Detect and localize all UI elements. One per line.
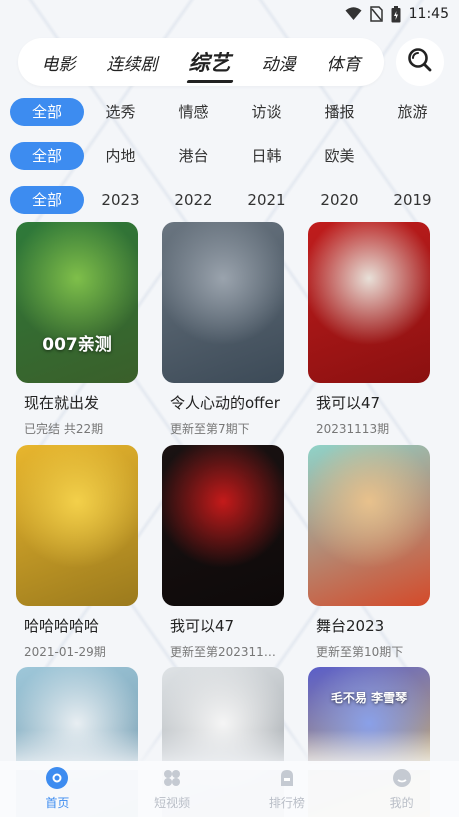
poster-overlay-text: 毛不易 李雪琴 [330,691,408,705]
filter-region-hktw[interactable]: 港台 [157,142,230,170]
show-card[interactable]: 舞台2023 更新至第10期下 [308,445,430,660]
filter-type-travel[interactable]: 旅游 [376,98,449,126]
bottom-nav-label: 我的 [389,796,414,810]
show-card[interactable]: 我可以47 20231113期 [308,222,430,437]
show-card[interactable]: 哈哈哈哈哈 2021-01-29期 [16,445,138,660]
bottom-nav-short-video[interactable]: 短视频 [122,767,222,811]
show-episode-info: 更新至第20231113期 [170,645,280,659]
filter-row-region: 全部 内地 港台 日韩 欧美 [10,142,453,170]
status-time: 11:45 [408,6,449,22]
tab-anime[interactable]: 动漫 [262,50,296,75]
show-title: 我可以47 [170,617,235,635]
profile-icon [391,767,413,789]
ranking-icon [276,767,298,789]
search-button[interactable] [396,38,444,86]
tab-variety[interactable]: 综艺 [189,47,231,77]
tab-series[interactable]: 连续剧 [107,50,158,75]
show-episode-info: 已完结 共22期 [24,422,104,436]
category-tab-bar: 电影 连续剧 综艺 动漫 体育 [18,38,384,86]
filter-year-2021[interactable]: 2021 [230,186,303,214]
show-title: 哈哈哈哈哈 [24,617,100,635]
show-poster[interactable] [16,445,138,606]
filter-year-2022[interactable]: 2022 [157,186,230,214]
show-episode-info: 更新至第7期下 [170,422,250,436]
battery-icon [391,5,401,23]
filter-year-all[interactable]: 全部 [10,186,84,214]
bottom-nav-bar: 首页 短视频 排行榜 我的 [0,761,459,817]
filter-region-jpkr[interactable]: 日韩 [230,142,303,170]
filter-type-romance[interactable]: 情感 [157,98,230,126]
filter-type-broadcast[interactable]: 播报 [303,98,376,126]
show-poster[interactable] [308,222,430,383]
filter-type-talk[interactable]: 访谈 [230,98,303,126]
show-title: 现在就出发 [24,394,100,412]
show-poster[interactable]: 007亲测 [16,222,138,383]
show-title: 舞台2023 [316,617,385,635]
show-title: 令人心动的offer [170,394,280,412]
show-card[interactable]: 令人心动的offer 更新至第7期下 [162,222,284,437]
bottom-nav-profile[interactable]: 我的 [352,767,452,811]
show-episode-info: 20231113期 [316,422,390,436]
filter-year-2023[interactable]: 2023 [84,186,157,214]
bottom-nav-ranking[interactable]: 排行榜 [237,767,337,811]
tab-sports[interactable]: 体育 [327,50,361,75]
home-icon [46,767,69,789]
no-sim-icon [369,6,383,22]
tab-movie[interactable]: 电影 [42,50,76,75]
bottom-nav-home[interactable]: 首页 [7,767,107,811]
filter-year-2020[interactable]: 2020 [303,186,376,214]
show-poster[interactable] [162,445,284,606]
show-poster[interactable] [162,222,284,383]
show-card[interactable]: 我可以47 更新至第20231113期 [162,445,284,660]
bottom-nav-label: 短视频 [154,796,191,810]
filter-row-year: 全部 2023 2022 2021 2020 2019 [10,186,453,214]
filter-type-all[interactable]: 全部 [10,98,84,126]
show-episode-info: 2021-01-29期 [24,645,106,659]
filter-row-type: 全部 选秀 情感 访谈 播报 旅游 [10,98,453,126]
poster-overlay-text: 007亲测 [42,335,112,355]
filter-type-talent[interactable]: 选秀 [84,98,157,126]
short-video-icon [161,767,183,789]
show-poster[interactable] [308,445,430,606]
status-bar: 11:45 [0,0,459,28]
search-icon [407,47,433,77]
filter-region-euus[interactable]: 欧美 [303,142,376,170]
show-episode-info: 更新至第10期下 [316,645,404,659]
filter-region-all[interactable]: 全部 [10,142,84,170]
filter-region-mainland[interactable]: 内地 [84,142,157,170]
show-title: 我可以47 [316,394,381,412]
bottom-nav-label: 首页 [45,796,70,810]
bottom-nav-label: 排行榜 [268,796,305,810]
wifi-icon [345,7,362,21]
filter-year-2019[interactable]: 2019 [376,186,449,214]
show-card[interactable]: 007亲测 现在就出发 已完结 共22期 [16,222,138,437]
